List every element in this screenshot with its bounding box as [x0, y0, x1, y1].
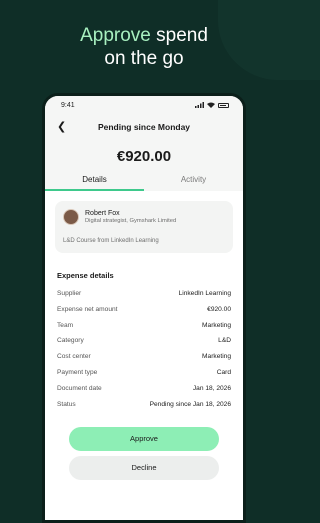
detail-row-team: Team Marketing	[45, 318, 243, 334]
detail-value: Jan 18, 2026	[192, 384, 231, 392]
detail-label: Team	[57, 321, 74, 329]
detail-row-document-date: Document date Jan 18, 2026	[45, 381, 243, 397]
wifi-icon	[207, 102, 215, 108]
detail-value: Pending since Jan 18, 2026	[149, 400, 231, 408]
detail-row-net-amount: Expense net amount €920.00	[45, 302, 243, 318]
detail-label: Payment type	[57, 368, 98, 376]
details-heading: Expense details	[57, 271, 114, 280]
detail-row-category: Category L&D	[45, 333, 243, 349]
top-bar: ❮ Pending since Monday	[45, 114, 243, 142]
detail-row-cost-center: Cost center Marketing	[45, 349, 243, 365]
tab-details[interactable]: Details	[45, 173, 144, 191]
detail-label: Status	[57, 400, 76, 408]
page-title: Pending since Monday	[97, 122, 191, 132]
status-icons	[195, 102, 229, 108]
status-bar: 9:41	[45, 96, 243, 114]
detail-value: €920.00	[207, 305, 231, 313]
expense-note: L&D Course from LinkedIn Learning	[63, 238, 159, 244]
headline-line1: spend	[150, 25, 208, 46]
phone-frame: 9:41 ❮ Pending since Monday €920.00 Deta…	[42, 93, 246, 523]
promo-headline: Approve spend on the go	[0, 24, 288, 70]
details-list: Supplier LinkedIn Learning Expense net am…	[45, 286, 243, 412]
battery-icon	[218, 102, 229, 108]
approve-button[interactable]: Approve	[69, 427, 219, 452]
detail-label: Cost center	[57, 353, 91, 361]
tab-activity[interactable]: Activity	[144, 173, 243, 191]
detail-value: Marketing	[202, 321, 231, 329]
requester-name: Robert Fox	[85, 210, 120, 217]
expense-amount: €920.00	[45, 142, 243, 173]
detail-row-status: Status Pending since Jan 18, 2026	[45, 397, 243, 413]
detail-row-supplier: Supplier LinkedIn Learning	[45, 286, 243, 302]
detail-row-payment-type: Payment type Card	[45, 365, 243, 381]
headline-line2: on the go	[104, 48, 184, 69]
detail-label: Category	[57, 337, 84, 345]
detail-value: Card	[216, 368, 231, 376]
avatar	[63, 209, 79, 225]
detail-label: Expense net amount	[57, 305, 118, 313]
decline-button[interactable]: Decline	[69, 456, 219, 481]
detail-value: LinkedIn Learning	[178, 290, 231, 297]
tab-bar: Details Activity	[45, 173, 243, 191]
requester-info: Robert Fox Digital strategist, Gymshark …	[63, 209, 225, 225]
detail-value: Marketing	[202, 353, 231, 361]
detail-label: Supplier	[57, 290, 82, 297]
detail-label: Document date	[57, 384, 102, 392]
requester-card: Robert Fox Digital strategist, Gymshark …	[55, 201, 233, 253]
detail-value: L&D	[218, 337, 231, 345]
requester-role: Digital strategist, Gymshark Limited	[85, 218, 177, 224]
status-time: 9:41	[61, 101, 75, 109]
headline-accent: Approve	[80, 25, 151, 46]
signal-icon	[195, 102, 204, 108]
